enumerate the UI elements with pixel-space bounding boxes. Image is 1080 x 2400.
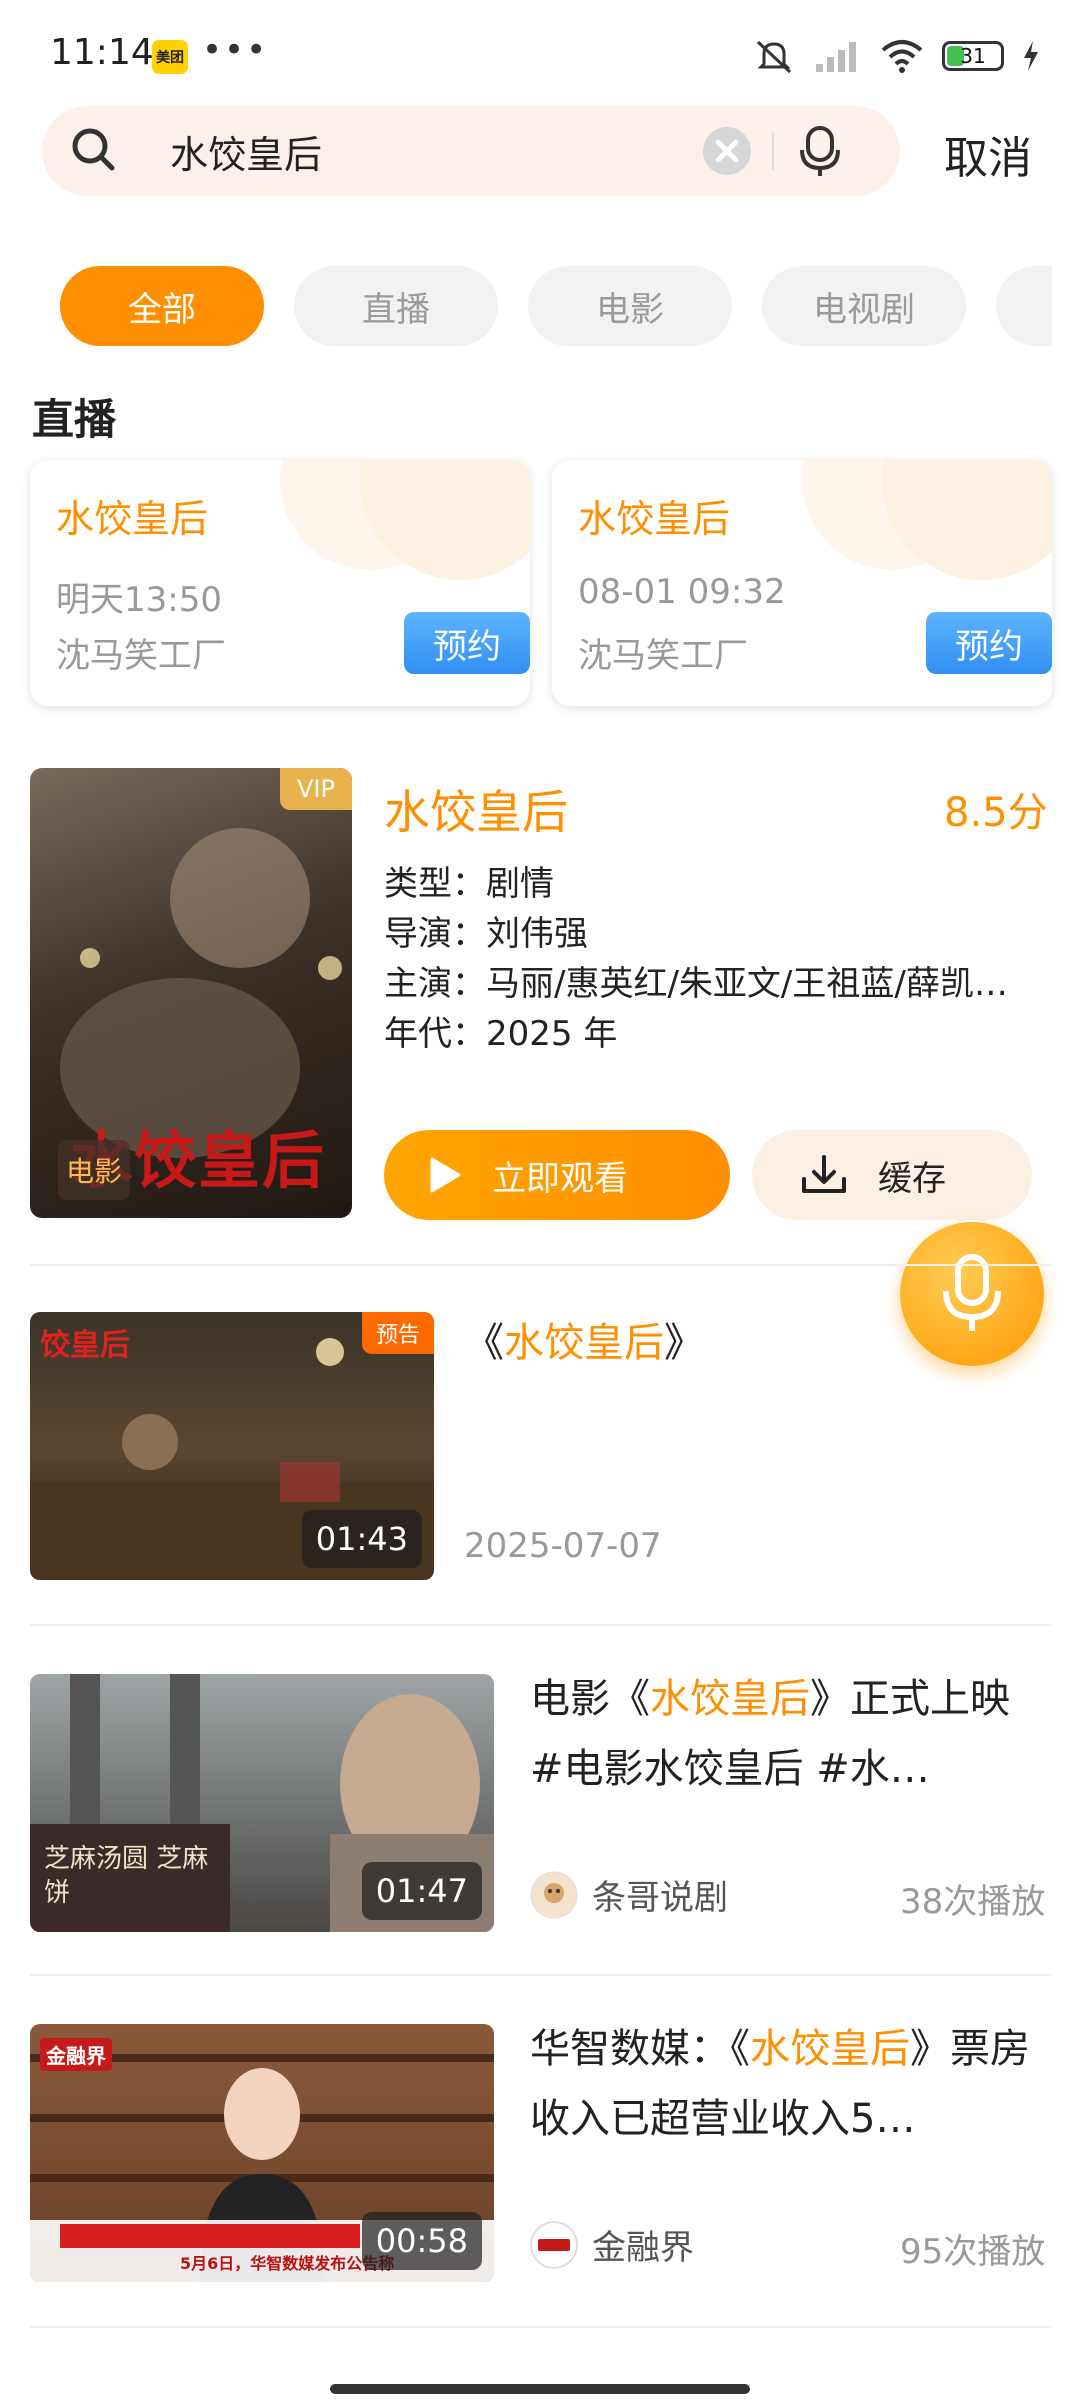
video-duration: 01:47 xyxy=(361,1862,482,1920)
live-card[interactable]: 水饺皇后 08-01 09:32 沈马笑工厂 预约 xyxy=(552,460,1052,706)
movie-poster[interactable]: 水饺皇后 VIP 电影 xyxy=(30,768,352,1218)
movie-year: 年代：2025 年 xyxy=(384,1014,618,1054)
watch-now-button[interactable]: 立即观看 xyxy=(384,1130,730,1220)
reserve-button[interactable]: 预约 xyxy=(404,612,530,674)
author-avatar xyxy=(530,2220,578,2269)
trailer-badge: 预告 xyxy=(362,1312,434,1354)
status-icons: 31 xyxy=(752,36,1040,76)
video-date: 2025-07-07 xyxy=(464,1526,662,1566)
video-title[interactable]: 电影《水饺皇后》正式上映 #电影水饺皇后 #水… xyxy=(530,1664,1030,1804)
live-card-time: 明天13:50 xyxy=(56,580,222,620)
divider xyxy=(30,1974,1052,1976)
tab-all[interactable]: 全部 xyxy=(60,266,264,346)
meituan-app-badge: 美团 xyxy=(152,40,188,74)
play-icon xyxy=(430,1157,461,1193)
video-duration: 00:58 xyxy=(361,2212,482,2270)
video-author[interactable]: 条哥说剧 xyxy=(530,1870,728,1919)
video-thumbnail[interactable]: 饺皇后 预告 01:43 xyxy=(30,1312,434,1580)
live-card-location: 沈马笑工厂 xyxy=(578,636,748,676)
movie-genre: 类型：剧情 xyxy=(384,864,554,904)
video-author[interactable]: 金融界 xyxy=(530,2220,694,2269)
cancel-button[interactable]: 取消 xyxy=(944,122,1032,186)
play-count: 38次播放 xyxy=(900,1882,1046,1922)
thumbnail-sign-text: 芝麻汤圆 芝麻饼 xyxy=(44,1844,209,1908)
search-divider xyxy=(772,132,774,170)
live-card-location: 沈马笑工厂 xyxy=(56,636,226,676)
live-card[interactable]: 水饺皇后 明天13:50 沈马笑工厂 预约 xyxy=(30,460,530,706)
voice-search-icon[interactable] xyxy=(796,124,844,180)
highlight-keyword: 水饺皇后 xyxy=(504,1320,664,1366)
reserve-button[interactable]: 预约 xyxy=(926,612,1052,674)
movie-type-tag: 电影 xyxy=(58,1140,130,1200)
download-label: 缓存 xyxy=(878,1158,946,1199)
highlight-keyword: 水饺皇后 xyxy=(650,1676,810,1722)
video-title[interactable]: 《水饺皇后》 xyxy=(464,1308,984,1378)
clear-icon[interactable] xyxy=(702,126,752,176)
divider xyxy=(30,1264,1052,1266)
movie-cast: 主演：马丽/惠英红/朱亚文/王祖蓝/薛凯… xyxy=(384,964,1008,1004)
live-card-time: 08-01 09:32 xyxy=(578,572,786,612)
tab-live[interactable]: 直播 xyxy=(294,266,498,346)
charging-icon xyxy=(1024,41,1038,71)
home-indicator[interactable] xyxy=(330,2384,750,2394)
movie-director: 导演：刘伟强 xyxy=(384,914,588,954)
highlight-keyword: 水饺皇后 xyxy=(750,2026,910,2072)
download-icon xyxy=(802,1155,846,1193)
author-name: 条哥说剧 xyxy=(592,1878,728,1918)
live-card-title: 水饺皇后 xyxy=(56,497,209,541)
more-notifications-icon: ••• xyxy=(202,30,269,70)
video-title[interactable]: 华智数媒：《水饺皇后》票房收入已超营业收入5… xyxy=(530,2014,1030,2154)
live-card-title: 水饺皇后 xyxy=(578,497,731,541)
video-thumbnail[interactable]: 芝麻汤圆 芝麻饼 01:47 xyxy=(30,1674,494,1932)
movie-title[interactable]: 水饺皇后 xyxy=(384,776,568,842)
signal-icon xyxy=(816,42,856,72)
divider xyxy=(30,1624,1052,1626)
status-time: 11:14 xyxy=(50,32,154,73)
channel-logo: 金融界 xyxy=(40,2038,112,2071)
author-avatar xyxy=(530,1871,578,1918)
tab-movie[interactable]: 电影 xyxy=(528,266,732,346)
video-duration: 01:43 xyxy=(301,1510,422,1568)
divider xyxy=(30,2326,1052,2328)
search-icon xyxy=(72,128,115,171)
movie-score: 8.5分 xyxy=(944,790,1048,836)
video-thumbnail[interactable]: 金融界 5月6日，华智数媒发布公告称 00:58 xyxy=(30,2024,494,2282)
thumbnail-title-art: 饺皇后 xyxy=(40,1328,130,1363)
tab-more-partial[interactable] xyxy=(996,266,1052,346)
tab-tv-series[interactable]: 电视剧 xyxy=(762,266,966,346)
mute-bell-icon xyxy=(756,40,792,74)
battery-icon: 31 xyxy=(942,41,1004,71)
play-count: 95次播放 xyxy=(900,2232,1046,2272)
search-input[interactable]: 水饺皇后 xyxy=(170,124,322,179)
battery-level: 31 xyxy=(960,44,986,68)
watch-now-label: 立即观看 xyxy=(492,1158,628,1199)
author-name: 金融界 xyxy=(592,2228,694,2268)
vip-badge: VIP xyxy=(280,768,352,810)
wifi-icon xyxy=(881,40,923,73)
live-section-title: 直播 xyxy=(32,395,117,444)
download-button[interactable]: 缓存 xyxy=(752,1130,1032,1220)
